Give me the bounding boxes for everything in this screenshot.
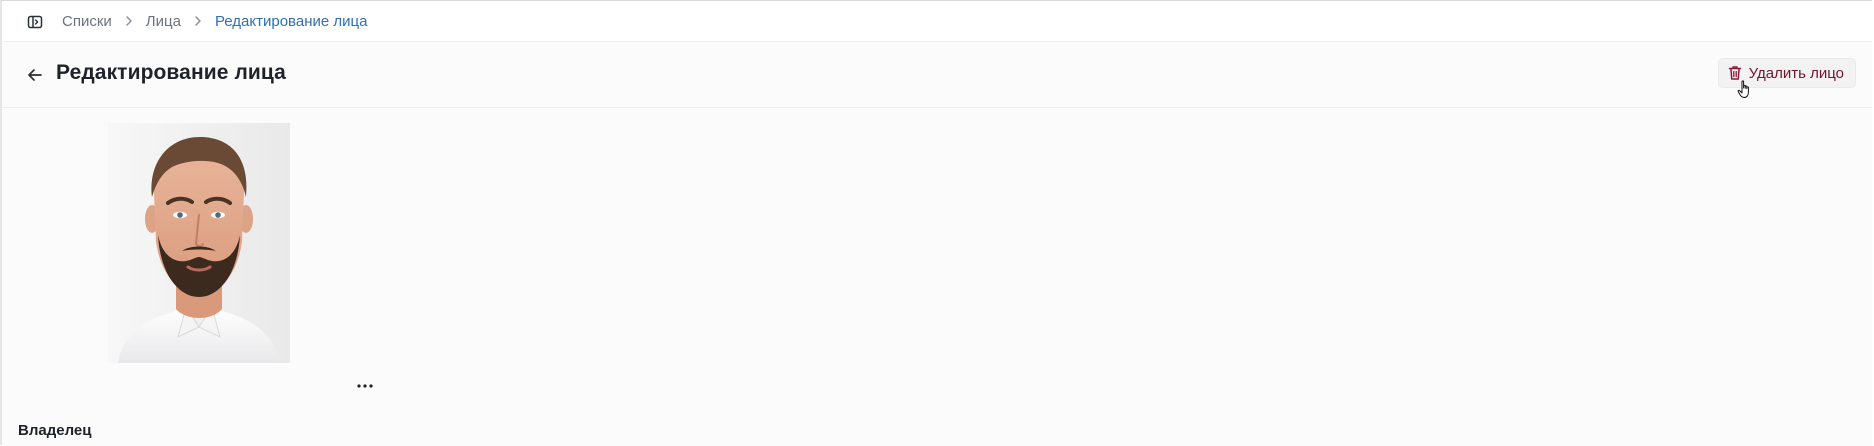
delete-face-label: Удалить лицо — [1748, 64, 1844, 82]
owner-label: Владелец — [18, 422, 92, 439]
page-title: Редактирование лица — [56, 61, 286, 84]
breadcrumb-item-lists[interactable]: Списки — [62, 13, 112, 30]
chevron-right-icon — [124, 15, 134, 27]
chevron-right-icon — [193, 15, 203, 27]
page-header: Редактирование лица Удалить лицо — [2, 42, 1872, 108]
top-bar: Списки Лица Редактирование лица — [2, 1, 1872, 42]
content-area: Владелец — [2, 108, 1872, 446]
sidebar-toggle-icon[interactable] — [26, 13, 44, 31]
app-window: Списки Лица Редактирование лица Редактир… — [0, 0, 1872, 446]
breadcrumb: Списки Лица Редактирование лица — [62, 1, 367, 41]
arrow-left-icon — [28, 69, 42, 81]
back-button[interactable] — [24, 64, 46, 86]
face-photo — [108, 123, 290, 363]
trash-icon — [1727, 65, 1743, 81]
breadcrumb-item-faces[interactable]: Лица — [146, 13, 181, 30]
breadcrumb-item-current: Редактирование лица — [214, 12, 368, 30]
more-horizontal-icon[interactable] — [354, 378, 376, 394]
hand-cursor-icon — [1737, 80, 1749, 98]
